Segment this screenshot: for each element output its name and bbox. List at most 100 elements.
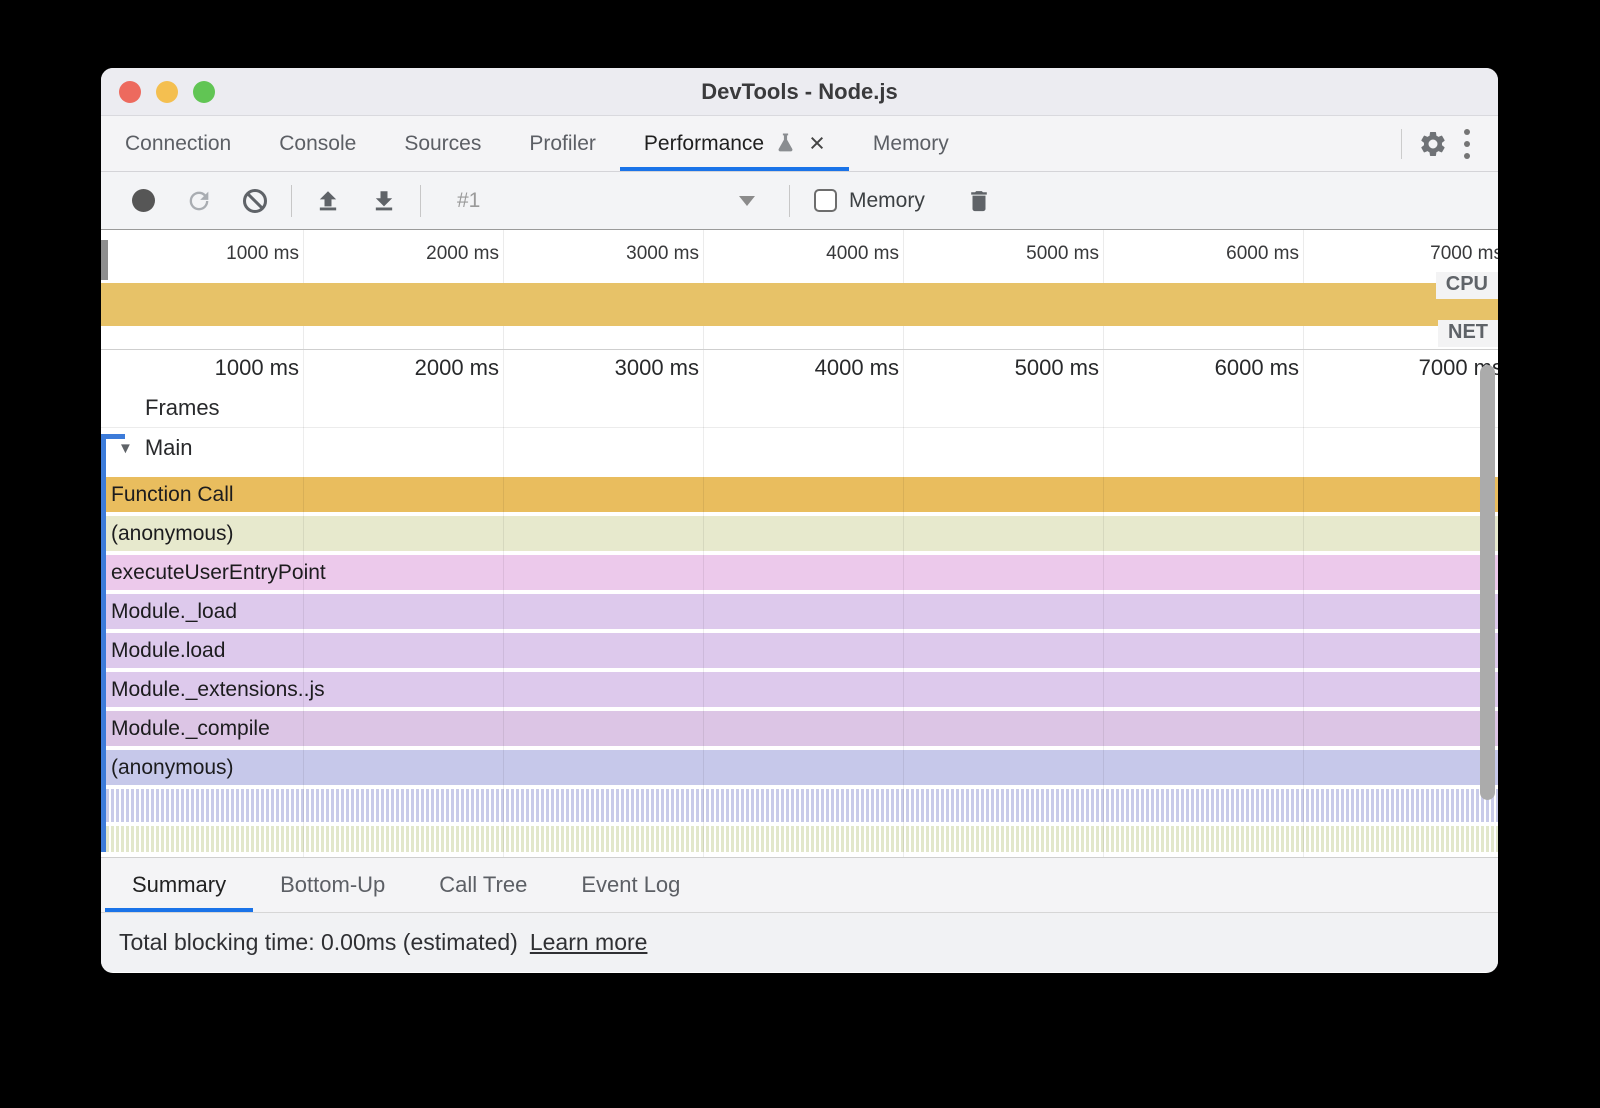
gridline [503, 350, 504, 857]
tab-label: Bottom-Up [280, 872, 385, 898]
tab-label: Memory [873, 132, 949, 156]
memory-checkbox-group[interactable]: Memory [814, 189, 925, 213]
main-label: Main [145, 435, 193, 461]
upload-icon [314, 187, 342, 215]
flame-striped-row-blue[interactable] [101, 789, 1498, 822]
flame-bar-function-call[interactable]: Function Call [101, 477, 1498, 512]
kebab-dot [1464, 153, 1470, 159]
divider [291, 185, 292, 217]
divider [420, 185, 421, 217]
flame-bar-label: Function Call [111, 483, 234, 507]
cpu-activity-band[interactable] [101, 283, 1498, 326]
collapse-triangle-icon[interactable]: ▼ [118, 440, 133, 457]
flame-bar-module-load-underscore[interactable]: Module._load [101, 594, 1498, 629]
gridline [1303, 350, 1304, 857]
more-options-button[interactable] [1464, 129, 1470, 159]
tab-bottom-up[interactable]: Bottom-Up [253, 858, 412, 912]
learn-more-link[interactable]: Learn more [530, 929, 648, 956]
overview-ruler-label: 7000 ms [1355, 243, 1498, 265]
overview-ruler-label: 2000 ms [355, 243, 499, 265]
flame-chart[interactable]: 1000 ms 2000 ms 3000 ms 4000 ms 5000 ms … [101, 350, 1498, 857]
frames-track-header[interactable]: Frames [101, 388, 1498, 428]
traffic-lights [119, 68, 215, 116]
reload-and-record-button[interactable] [171, 187, 227, 215]
tab-label: Connection [125, 132, 231, 156]
chevron-down-icon [739, 196, 755, 206]
overview-ruler-label: 5000 ms [955, 243, 1099, 265]
settings-button[interactable] [1402, 129, 1464, 159]
flame-ruler-label: 1000 ms [155, 355, 299, 381]
net-band-label: NET [1438, 320, 1498, 347]
flame-bar-execute-user-entry-point[interactable]: executeUserEntryPoint [101, 555, 1498, 590]
flame-bar-label: Module._load [111, 600, 237, 624]
titlebar: DevTools - Node.js [101, 68, 1498, 116]
close-tab-icon[interactable]: × [809, 130, 825, 157]
details-tabbar: Summary Bottom-Up Call Tree Event Log [101, 857, 1498, 912]
tab-event-log[interactable]: Event Log [554, 858, 707, 912]
vertical-scrollbar[interactable] [1480, 365, 1495, 800]
tabbar-right-controls [1401, 116, 1498, 171]
timeline-overview[interactable]: 1000 ms 2000 ms 3000 ms 4000 ms 5000 ms … [101, 230, 1498, 350]
overview-ruler-label: 3000 ms [555, 243, 699, 265]
flame-ruler-label: 5000 ms [955, 355, 1099, 381]
kebab-dot [1464, 129, 1470, 135]
flame-bar-anonymous[interactable]: (anonymous) [101, 516, 1498, 551]
tab-console[interactable]: Console [255, 116, 380, 171]
record-icon [132, 189, 155, 212]
kebab-dot [1464, 141, 1470, 147]
frames-label: Frames [145, 395, 220, 421]
save-profile-button[interactable] [356, 187, 412, 215]
tab-label: Profiler [529, 132, 596, 156]
record-button[interactable] [115, 189, 171, 212]
tab-label: Console [279, 132, 356, 156]
clear-button[interactable] [227, 187, 283, 215]
close-window-button[interactable] [119, 81, 141, 103]
load-profile-button[interactable] [300, 187, 356, 215]
flame-bar-module-extensions-js[interactable]: Module._extensions..js [101, 672, 1498, 707]
tab-memory[interactable]: Memory [849, 116, 973, 171]
profile-select-value: #1 [457, 189, 480, 213]
gridline [1103, 350, 1104, 857]
overview-ruler-label: 1000 ms [155, 243, 299, 265]
memory-checkbox[interactable] [814, 189, 837, 212]
tab-label: Event Log [581, 872, 680, 898]
overview-left-handle[interactable] [101, 240, 108, 280]
ban-icon [241, 187, 269, 215]
flame-bar-module-load[interactable]: Module.load [101, 633, 1498, 668]
tab-connection[interactable]: Connection [101, 116, 255, 171]
flame-rows: Frames ▼ Main Function Call (anonymous) … [101, 388, 1498, 856]
minimize-window-button[interactable] [156, 81, 178, 103]
garbage-collect-button[interactable] [951, 187, 1007, 215]
gear-icon [1418, 129, 1448, 159]
zoom-window-button[interactable] [193, 81, 215, 103]
tab-performance[interactable]: Performance × [620, 116, 849, 171]
tab-label: Call Tree [439, 872, 527, 898]
flame-bar-label: (anonymous) [111, 756, 234, 780]
reload-icon [185, 187, 213, 215]
flame-ruler-label: 7000 ms [1355, 355, 1498, 381]
flame-ruler-label: 2000 ms [355, 355, 499, 381]
cpu-band-label: CPU [1436, 272, 1498, 299]
flame-bar-anonymous-2[interactable]: (anonymous) [101, 750, 1498, 785]
flame-ruler-label: 6000 ms [1155, 355, 1299, 381]
tab-profiler[interactable]: Profiler [505, 116, 620, 171]
tab-sources[interactable]: Sources [380, 116, 505, 171]
main-track-header[interactable]: ▼ Main [101, 428, 1498, 468]
profile-select[interactable]: #1 [429, 189, 781, 213]
tab-call-tree[interactable]: Call Tree [412, 858, 554, 912]
flame-bar-label: Module._compile [111, 717, 270, 741]
flame-bar-label: Module.load [111, 639, 225, 663]
gridline [303, 350, 304, 857]
tab-summary[interactable]: Summary [105, 858, 253, 912]
window-title: DevTools - Node.js [701, 79, 897, 105]
selection-left-marker [101, 434, 106, 852]
flame-striped-row-green[interactable] [101, 826, 1498, 852]
flame-bar-label: (anonymous) [111, 522, 234, 546]
gridline [703, 350, 704, 857]
download-icon [370, 187, 398, 215]
experiment-flask-icon [775, 132, 796, 156]
tab-label: Sources [404, 132, 481, 156]
call-stack-bands: Function Call (anonymous) executeUserEnt… [101, 477, 1498, 852]
total-blocking-time-text: Total blocking time: 0.00ms (estimated) [119, 929, 518, 956]
flame-bar-module-compile[interactable]: Module._compile [101, 711, 1498, 746]
